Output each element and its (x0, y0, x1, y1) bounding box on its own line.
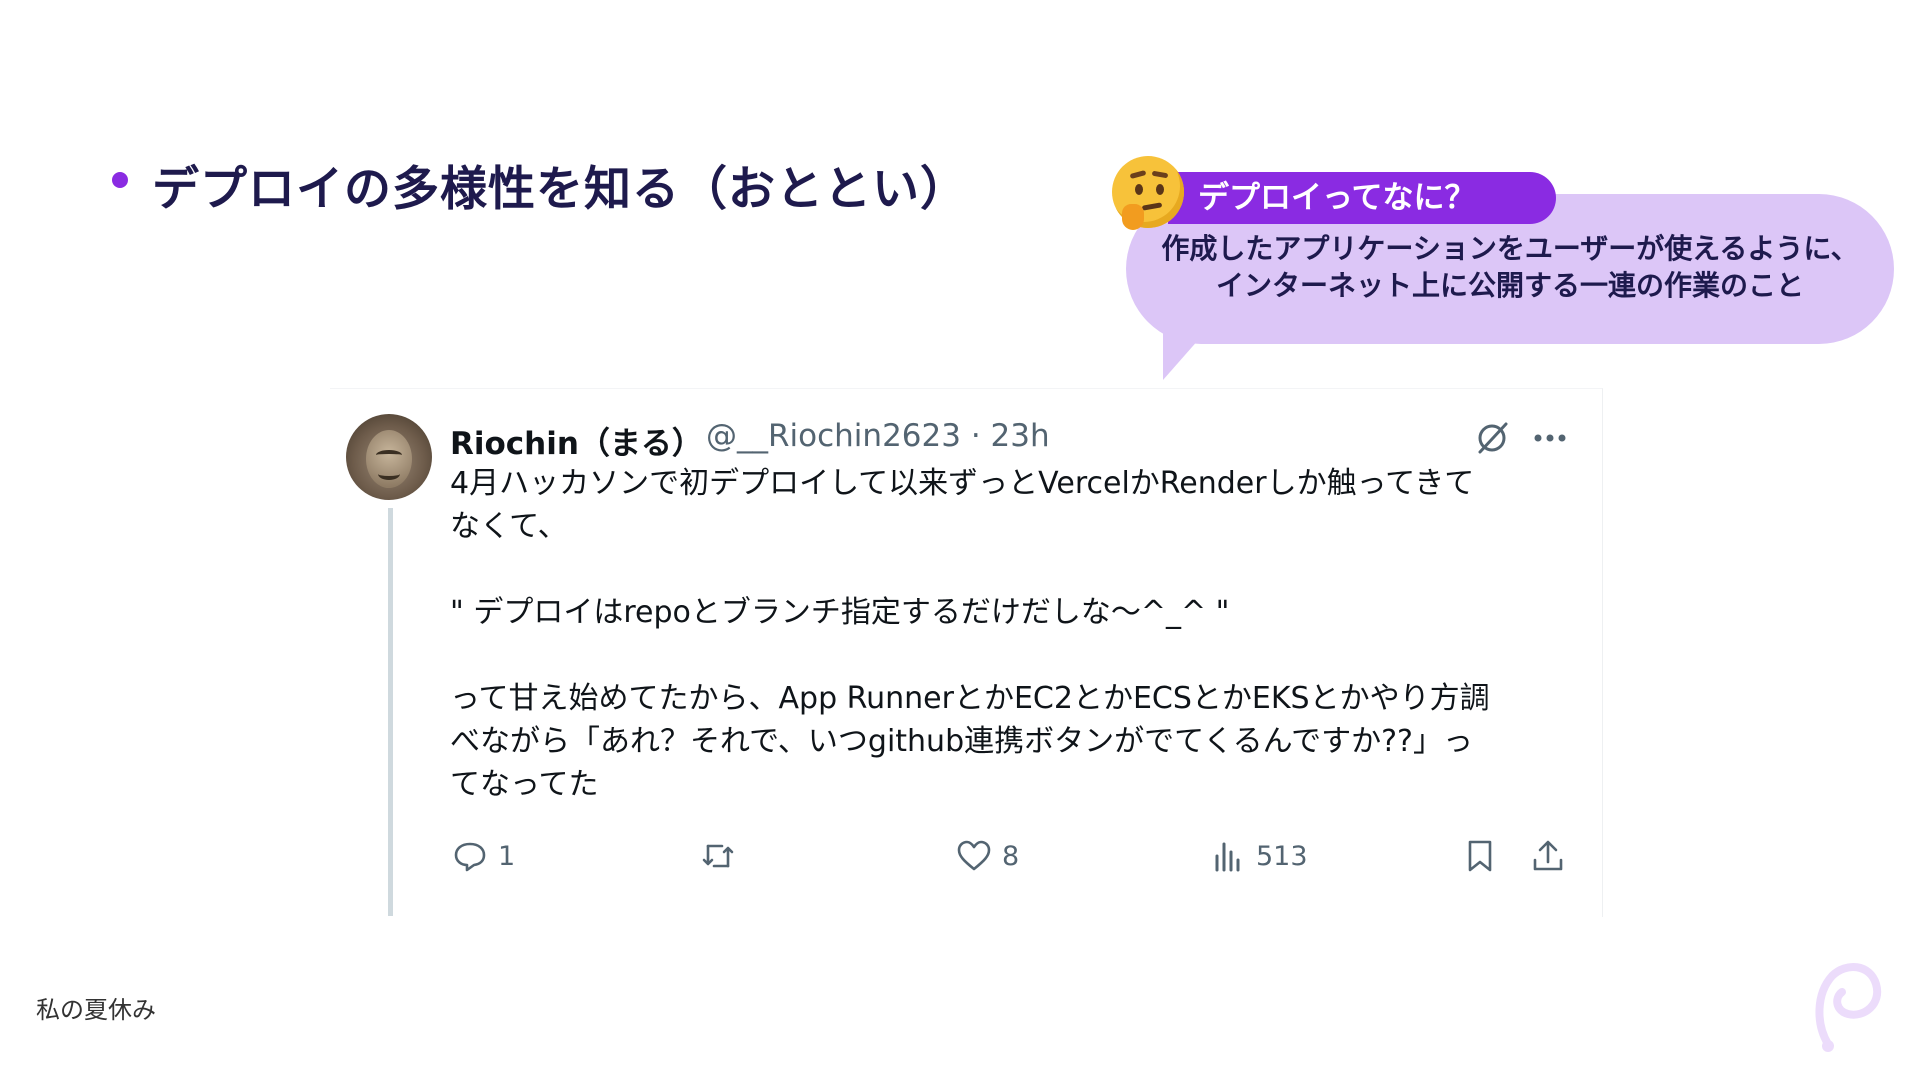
like-count: 8 (1002, 840, 1020, 872)
brand-logo-icon (1815, 963, 1882, 1052)
callout-bubble-tail (1163, 330, 1207, 380)
slide-footer: 私の夏休み (36, 996, 156, 1024)
retweet-icon (702, 844, 734, 868)
bookmark-button[interactable] (1462, 836, 1498, 876)
reply-icon (454, 842, 486, 872)
callout-line-1: 作成したアプリケーションをユーザーが使えるように、 (1161, 232, 1859, 265)
thread-line (388, 508, 393, 916)
tweet-paragraph: 4月ハッカソンで初デプロイして以来ずっとVercelかRenderしか触ってきて… (450, 466, 1475, 544)
callout-label: デプロイってなに？ (1168, 172, 1556, 224)
tweet-paragraph: " デプロイはrepoとブランチ指定するだけだしな〜^_^ " (450, 595, 1230, 630)
heart-icon (957, 840, 991, 871)
share-button[interactable] (1530, 836, 1566, 876)
tweet-author-name[interactable]: Riochin（まる） (450, 418, 703, 463)
tweet-paragraph: って甘え始めてたから、App RunnerとかEC2とかECSとかEKSとかやり… (450, 681, 1490, 802)
views-button[interactable]: 513 (1210, 836, 1308, 876)
avatar[interactable] (346, 414, 432, 500)
tweet-handle-time[interactable]: @__Riochin2623 · 23h (706, 418, 1050, 454)
share-icon (1533, 840, 1563, 871)
views-chart-icon (1215, 842, 1240, 872)
thinking-face-icon (1112, 156, 1184, 230)
views-count: 513 (1256, 840, 1308, 872)
bullet-dot (112, 172, 128, 188)
callout-line-2: インターネット上に公開する一連の作業のこと (1215, 269, 1804, 302)
like-button[interactable]: 8 (956, 836, 1019, 876)
slide-heading: デプロイの多様性を知る（おととい） (152, 162, 968, 217)
callout-text: 作成したアプリケーションをユーザーが使えるように、 インターネット上に公開する一… (1126, 230, 1894, 304)
more-options-icon[interactable] (1532, 432, 1568, 444)
grok-icon[interactable] (1474, 420, 1510, 456)
tweet-body: 4月ハッカソンで初デプロイして以来ずっとVercelかRenderしか触ってきて… (450, 462, 1570, 806)
reply-button[interactable]: 1 (452, 836, 515, 876)
bookmark-icon (1468, 840, 1492, 872)
retweet-button[interactable] (700, 836, 736, 876)
reply-count: 1 (498, 840, 516, 872)
